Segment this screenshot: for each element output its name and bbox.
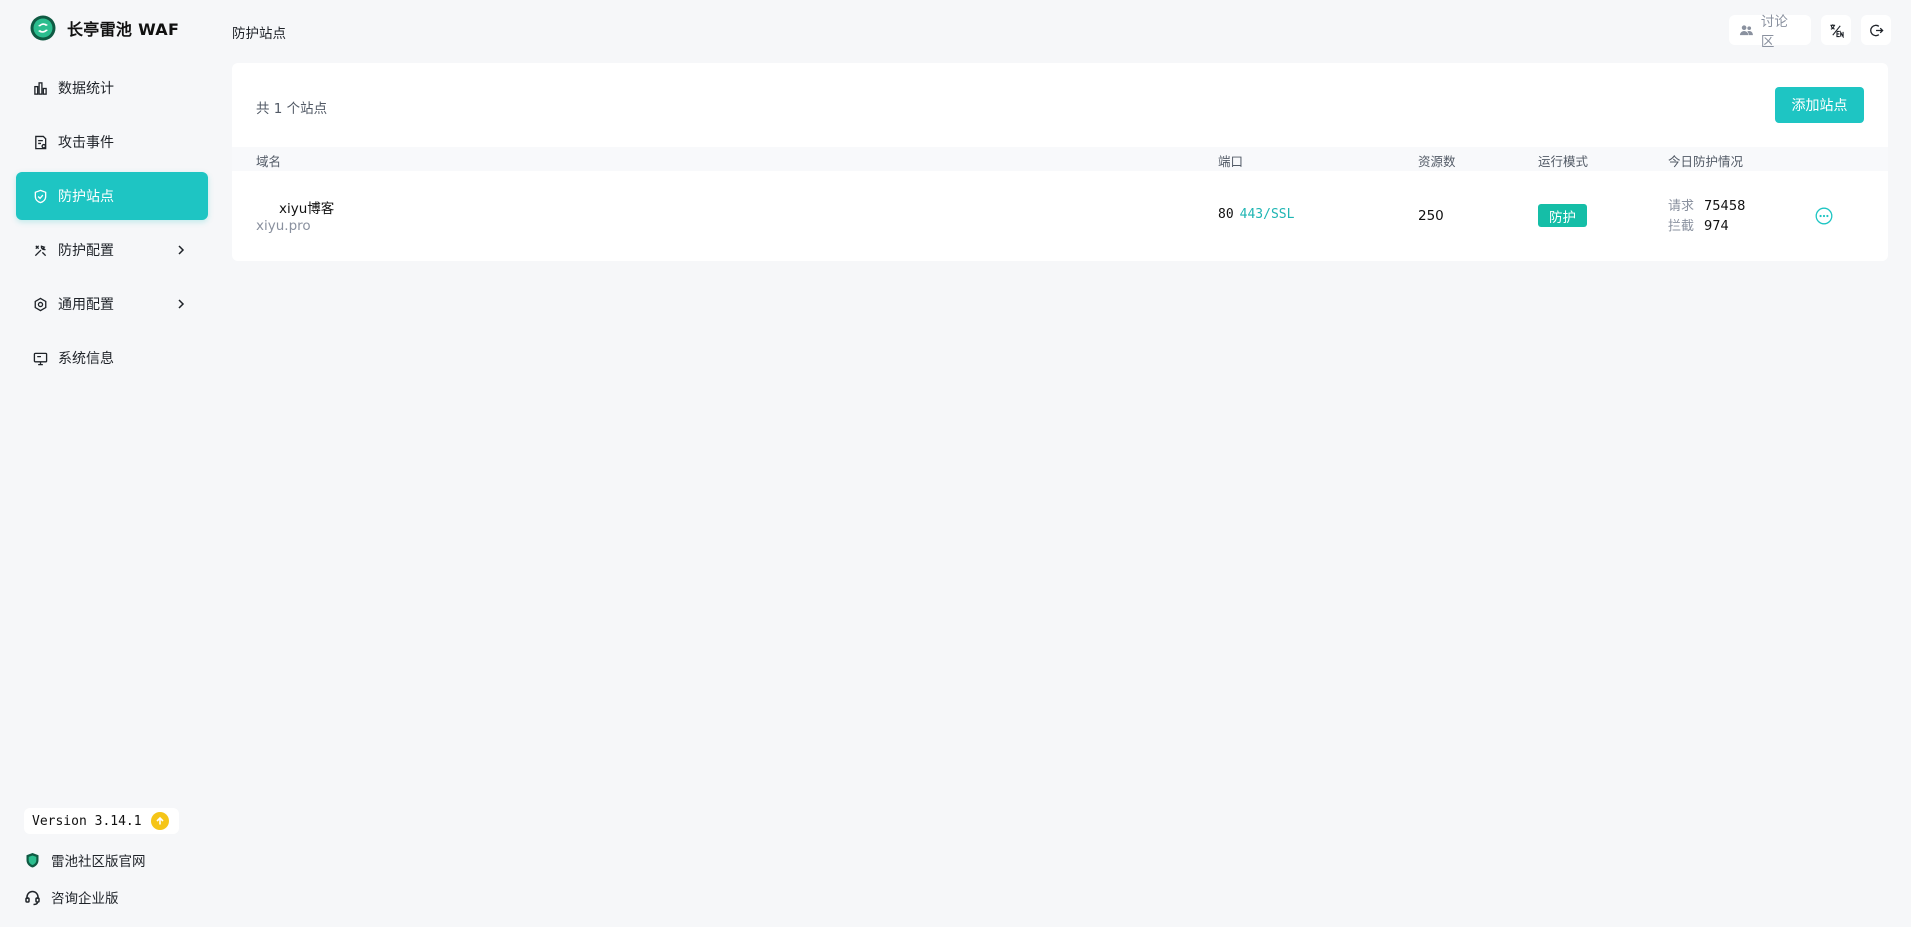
app-name: 长亭雷池 WAF (67, 20, 180, 39)
translate-icon (1829, 23, 1844, 38)
column-header-resources: 资源数 (1418, 154, 1456, 169)
brand[interactable]: 长亭雷池 WAF (30, 14, 179, 42)
blocked-value: 974 (1704, 219, 1729, 234)
top-actions: 讨论区 (1729, 14, 1891, 50)
users-icon (1739, 24, 1753, 35)
sidebar-item-label: 攻击事件 (58, 135, 114, 151)
forum-label: 讨论区 (1760, 14, 1788, 50)
chevron-right-icon (178, 299, 185, 309)
column-header-today: 今日防护情况 (1668, 154, 1744, 169)
sites-card: 共 1 个站点 添加站点 域名 端口 资源数 运行模式 今日防护情况 xiyu博… (232, 63, 1888, 261)
monitor-icon (32, 350, 48, 366)
version-badge[interactable]: Version 3.14.1 (24, 808, 179, 834)
tools-icon (32, 242, 48, 258)
port-ssl: 443/SSL (1239, 207, 1295, 222)
requests-value: 75458 (1704, 199, 1746, 214)
document-alert-icon (32, 134, 48, 150)
language-toggle-button[interactable] (1821, 15, 1851, 45)
gear-icon (32, 296, 48, 312)
today-stats: 请求 75458 拦截 974 (1668, 197, 1745, 237)
mode-badge: 防护 (1538, 204, 1587, 227)
sidebar-item-protection-config[interactable]: 防护配置 (16, 226, 208, 274)
chevron-right-icon (178, 245, 185, 255)
sidebar-item-system-info[interactable]: 系统信息 (16, 334, 208, 382)
sidebar-item-label: 系统信息 (58, 351, 114, 367)
sidebar: 长亭雷池 WAF 数据统计 攻击事件 防护站点 防护配置 通用配置 系统信息 V… (0, 0, 224, 927)
bar-chart-icon (32, 80, 48, 96)
headset-icon (25, 890, 40, 905)
site-name: xiyu博客 (279, 201, 335, 217)
table-header: 域名 端口 资源数 运行模式 今日防护情况 (232, 147, 1888, 171)
sidebar-item-statistics[interactable]: 数据统计 (16, 64, 208, 112)
column-header-domain: 域名 (256, 154, 282, 169)
sidebar-item-protected-sites[interactable]: 防护站点 (16, 172, 208, 220)
forum-button[interactable]: 讨论区 (1729, 14, 1811, 50)
enterprise-consult-label: 咨询企业版 (51, 891, 119, 907)
logout-icon (1869, 24, 1884, 36)
port-http: 80 (1218, 207, 1234, 222)
column-header-port: 端口 (1218, 154, 1244, 169)
sidebar-item-attack-events[interactable]: 攻击事件 (16, 118, 208, 166)
sidebar-item-label: 防护配置 (58, 243, 114, 259)
site-ports: 80 443/SSL (1218, 207, 1294, 222)
site-resources: 250 (1418, 208, 1444, 224)
sidebar-item-label: 防护站点 (58, 189, 114, 205)
sidebar-item-general-config[interactable]: 通用配置 (16, 280, 208, 328)
safeline-logo-icon (30, 15, 56, 41)
requests-label: 请求 (1668, 199, 1695, 214)
community-site-label: 雷池社区版官网 (51, 854, 146, 870)
site-count: 共 1 个站点 (256, 101, 328, 117)
version-text: Version 3.14.1 (32, 813, 142, 829)
more-options-icon[interactable] (1815, 207, 1833, 225)
sidebar-item-label: 通用配置 (58, 297, 114, 313)
site-domain: xiyu.pro (256, 218, 311, 234)
shield-logo-icon (26, 852, 39, 867)
column-header-mode: 运行模式 (1538, 154, 1589, 169)
table-row[interactable]: xiyu博客 xiyu.pro 80 443/SSL 250 防护 请求 75458… (232, 171, 1888, 261)
enterprise-consult-link[interactable]: 咨询企业版 (24, 887, 119, 907)
update-available-icon[interactable] (150, 812, 169, 830)
page-title: 防护站点 (232, 26, 286, 42)
community-site-link[interactable]: 雷池社区版官网 (24, 850, 146, 870)
blocked-label: 拦截 (1668, 219, 1695, 234)
shield-icon (32, 188, 48, 204)
add-site-button[interactable]: 添加站点 (1775, 87, 1864, 123)
sidebar-item-label: 数据统计 (58, 81, 114, 97)
logout-button[interactable] (1861, 15, 1891, 45)
sidebar-nav: 数据统计 攻击事件 防护站点 防护配置 通用配置 系统信息 (16, 64, 208, 388)
